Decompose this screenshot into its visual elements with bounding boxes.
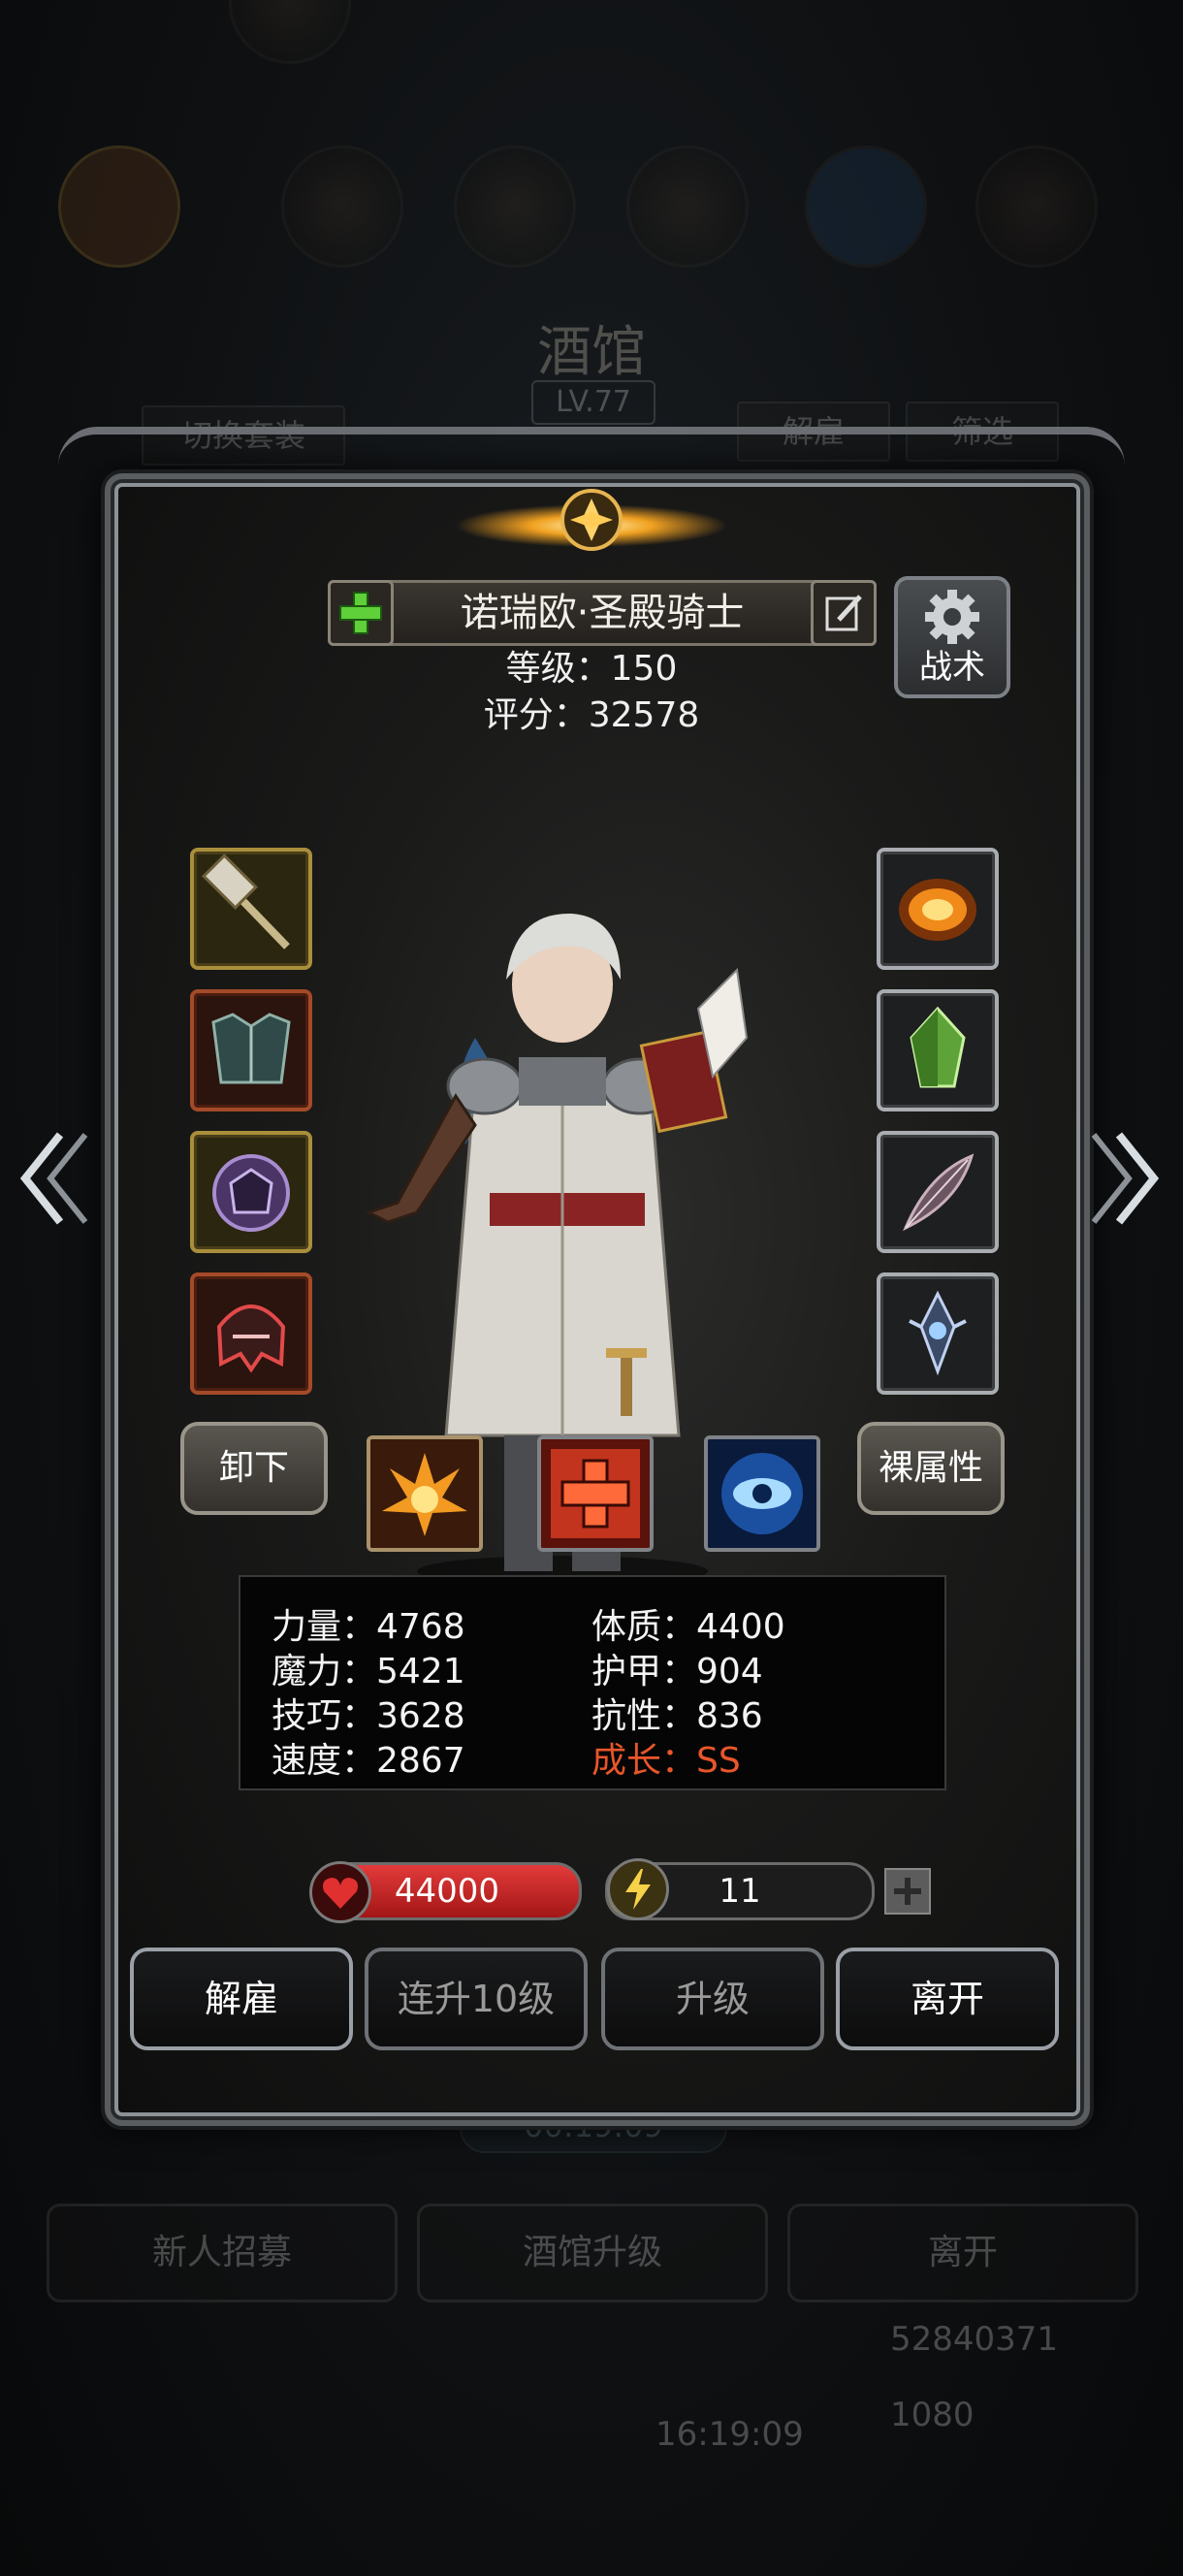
blue-eye-icon bbox=[708, 1439, 816, 1548]
armor-slot[interactable] bbox=[190, 989, 312, 1111]
feather-icon bbox=[903, 1153, 975, 1232]
skill-slot-1[interactable] bbox=[367, 1435, 483, 1552]
add-energy-button[interactable] bbox=[884, 1868, 931, 1915]
clock-text: 16:19:09 bbox=[655, 2415, 804, 2454]
ring-slot[interactable] bbox=[877, 848, 999, 970]
weapon-slot[interactable] bbox=[190, 848, 312, 970]
flame-ring-icon bbox=[899, 879, 976, 941]
recruit-button: 新人招募 bbox=[47, 2204, 398, 2302]
plus-icon bbox=[339, 592, 382, 634]
fire-burst-icon bbox=[370, 1439, 479, 1548]
stat-resistance: 抗性：836 bbox=[592, 1696, 763, 1736]
gem-slot[interactable] bbox=[877, 989, 999, 1111]
stat-growth: 成长：SS bbox=[592, 1741, 741, 1781]
hero-portrait-icon bbox=[454, 145, 576, 268]
tavern-level: LV.77 bbox=[531, 380, 655, 425]
red-cross-icon bbox=[541, 1439, 650, 1548]
edit-icon bbox=[825, 595, 862, 631]
dismiss-button[interactable]: 解雇 bbox=[130, 1948, 353, 2050]
lightning-icon bbox=[625, 1869, 651, 1910]
shield-icon bbox=[212, 1154, 290, 1232]
bg-leave-button: 离开 bbox=[787, 2204, 1138, 2302]
level-up-10-button[interactable]: 连升10级 bbox=[365, 1948, 588, 2050]
hero-portrait-icon bbox=[975, 145, 1098, 268]
stat-speed: 速度：2867 bbox=[272, 1741, 465, 1781]
bare-attributes-button[interactable]: 裸属性 bbox=[857, 1422, 1005, 1515]
amulet-icon bbox=[909, 1290, 967, 1376]
heart-icon-wrap bbox=[309, 1861, 371, 1923]
trinket-slot[interactable] bbox=[877, 1131, 999, 1253]
amulet-slot[interactable] bbox=[877, 1272, 999, 1395]
stat-strength: 力量：4768 bbox=[272, 1607, 465, 1647]
stat-constitution: 体质：4400 bbox=[592, 1607, 785, 1647]
stat-magic: 魔力：5421 bbox=[272, 1652, 465, 1691]
chevron-left-icon[interactable] bbox=[16, 1125, 93, 1232]
rename-button[interactable] bbox=[811, 580, 877, 646]
leave-button[interactable]: 离开 bbox=[836, 1948, 1059, 2050]
gear-icon bbox=[925, 590, 979, 644]
offhand-slot[interactable] bbox=[190, 1131, 312, 1253]
hp-bar: 44000 bbox=[309, 1861, 582, 1923]
add-button[interactable] bbox=[328, 580, 394, 646]
hero-portrait-icon bbox=[626, 145, 749, 268]
heart-icon bbox=[323, 1878, 358, 1909]
hero-portrait-icon bbox=[805, 145, 927, 268]
chevron-right-icon[interactable] bbox=[1086, 1125, 1164, 1232]
unequip-button[interactable]: 卸下 bbox=[180, 1422, 328, 1515]
level-up-button[interactable]: 升级 bbox=[601, 1948, 824, 2050]
bolt-icon-wrap bbox=[607, 1858, 669, 1920]
stat-armor: 护甲：904 bbox=[592, 1652, 763, 1691]
stat-skill: 技巧：3628 bbox=[272, 1696, 465, 1736]
skill-slot-2[interactable] bbox=[537, 1435, 654, 1552]
crest-emblem-icon bbox=[456, 489, 727, 551]
hero-name-bar: 诺瑞欧·圣殿骑士 bbox=[328, 580, 877, 646]
hero-name: 诺瑞欧·圣殿骑士 bbox=[460, 591, 745, 635]
hero-level: 等级：150 bbox=[505, 649, 678, 689]
helmet-slot[interactable] bbox=[190, 1272, 312, 1395]
hero-portrait-icon bbox=[58, 145, 180, 268]
hero-score: 评分：32578 bbox=[483, 695, 700, 735]
gem-count: 1080 bbox=[890, 2396, 975, 2434]
green-crystal-icon bbox=[910, 1006, 966, 1088]
chest-armor-icon bbox=[211, 1013, 291, 1084]
upgrade-tavern-button: 酒馆升级 bbox=[417, 2204, 768, 2302]
hammer-icon bbox=[202, 853, 290, 950]
skill-slot-3[interactable] bbox=[704, 1435, 820, 1552]
helmet-icon bbox=[216, 1304, 286, 1373]
tavern-title: 酒馆 bbox=[537, 321, 646, 384]
hero-portrait-icon bbox=[281, 145, 403, 268]
gold-count: 52840371 bbox=[890, 2320, 1059, 2359]
plus-icon bbox=[894, 1878, 921, 1905]
